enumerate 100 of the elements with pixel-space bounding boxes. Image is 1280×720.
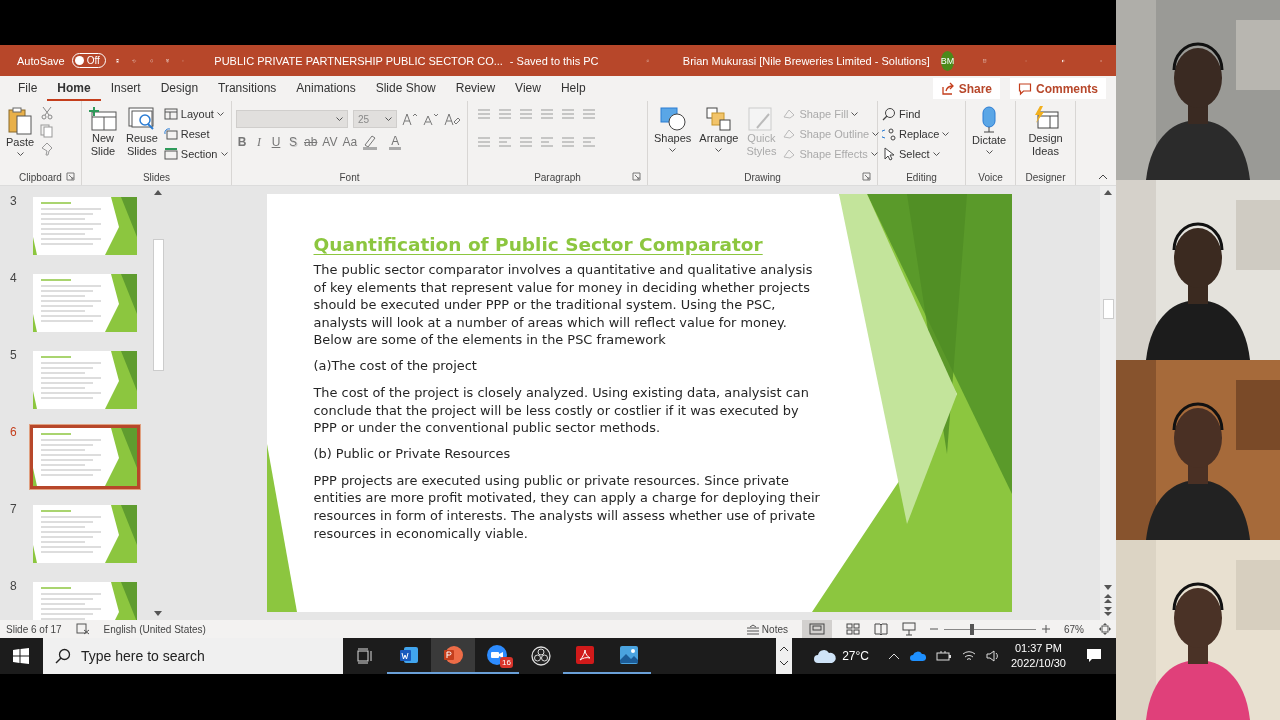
temperature[interactable]: 27°C xyxy=(842,649,869,663)
font-format-button[interactable]: ab xyxy=(304,135,318,149)
layout-button[interactable]: Layout xyxy=(163,106,228,122)
slide-thumbnail[interactable] xyxy=(30,425,140,489)
share-icon xyxy=(940,81,955,96)
group-label: Voice xyxy=(978,171,1003,183)
notes-button[interactable]: Notes xyxy=(745,623,788,635)
design-ideas-button[interactable]: Design Ideas xyxy=(1020,104,1071,160)
slide-thumbnail[interactable] xyxy=(30,348,140,412)
next-slide-icon[interactable] xyxy=(1104,607,1112,616)
font-format-button[interactable]: U xyxy=(270,135,282,149)
font-format-button[interactable]: S xyxy=(287,135,299,149)
battery-icon[interactable] xyxy=(935,650,952,662)
group-label: Paragraph xyxy=(534,171,581,183)
scroll-thumb[interactable] xyxy=(152,239,164,371)
caret-icon xyxy=(220,152,228,156)
comments-button[interactable]: Comments xyxy=(1010,78,1106,99)
notifications-icon[interactable] xyxy=(1086,648,1102,664)
previous-slide-icon[interactable] xyxy=(1104,594,1112,603)
section-button[interactable]: Section xyxy=(163,146,228,162)
powerpoint-app-icon[interactable] xyxy=(431,638,475,674)
chevron-up-icon[interactable] xyxy=(887,652,900,660)
grow-font-icon[interactable] xyxy=(402,112,418,126)
paste-button[interactable]: Paste xyxy=(4,104,37,158)
zoom-in-icon[interactable] xyxy=(1042,625,1050,633)
scroll-down-icon[interactable] xyxy=(1104,585,1112,590)
taskbar-search-field[interactable]: Type here to search xyxy=(43,638,343,674)
fit-to-window-icon[interactable] xyxy=(1098,622,1112,636)
clipboard-icon xyxy=(7,106,34,136)
clock-time[interactable]: 01:37 PM xyxy=(1014,641,1062,656)
reset-button[interactable]: Reset xyxy=(163,126,228,142)
scroll-down-icon[interactable] xyxy=(154,611,162,616)
scroll-up-icon[interactable] xyxy=(154,190,162,195)
caret-icon xyxy=(870,152,878,156)
ribbon-tab[interactable]: Design xyxy=(150,76,209,101)
language-label[interactable]: English (United States) xyxy=(103,623,206,635)
format-painter-icon[interactable] xyxy=(40,142,55,156)
clock-date[interactable]: 2022/10/30 xyxy=(1010,656,1066,671)
ribbon-tab[interactable]: Slide Show xyxy=(365,76,446,101)
slide-thumbnail[interactable] xyxy=(30,502,140,566)
wifi-icon[interactable] xyxy=(961,650,976,662)
scroll-up-icon[interactable] xyxy=(1104,190,1112,195)
ribbon-tab[interactable]: Insert xyxy=(100,76,151,101)
clear-formatting-icon[interactable] xyxy=(444,112,460,126)
font-color-button[interactable]: A xyxy=(389,134,402,150)
shrink-font-icon[interactable] xyxy=(423,112,439,126)
zoom-percent[interactable]: 67% xyxy=(1064,623,1084,635)
reuse-slides-button[interactable]: Reuse Slides xyxy=(124,104,160,160)
normal-view-icon[interactable] xyxy=(802,620,832,638)
font-format-button[interactable]: AV xyxy=(322,135,338,149)
group-label: Font xyxy=(339,171,360,183)
ribbon-tab[interactable]: File xyxy=(8,76,48,101)
slide-sorter-icon[interactable] xyxy=(846,623,860,635)
dictate-button[interactable]: Dictate xyxy=(970,104,1009,156)
dialog-launcher-icon[interactable] xyxy=(862,172,871,181)
reading-view-icon[interactable] xyxy=(874,623,888,635)
slide-number: 5 xyxy=(10,348,18,362)
slide-thumbnail[interactable] xyxy=(30,194,140,258)
ribbon-tab[interactable]: Review xyxy=(445,76,506,101)
scroll-buttons-icon[interactable] xyxy=(776,638,793,674)
select-button[interactable]: Select xyxy=(882,146,950,162)
slide-thumbnail[interactable] xyxy=(30,271,140,335)
ribbon-tab[interactable]: Help xyxy=(550,76,596,101)
collapse-ribbon-icon[interactable] xyxy=(1098,173,1108,181)
font-format-button[interactable]: I xyxy=(253,134,265,150)
font-format-button[interactable]: Aa xyxy=(342,135,358,149)
ribbon-tab[interactable]: Transitions xyxy=(208,76,287,101)
cut-icon[interactable] xyxy=(40,106,55,120)
cursor-icon xyxy=(882,147,896,161)
ribbon-tab[interactable]: Animations xyxy=(286,76,366,101)
save-status: - Saved to this PC xyxy=(509,54,599,67)
ribbon-tab[interactable]: View xyxy=(505,76,551,101)
dialog-launcher-icon[interactable] xyxy=(66,172,75,181)
share-button[interactable]: Share xyxy=(932,78,1000,99)
new-slide-icon xyxy=(88,106,118,132)
slideshow-icon[interactable] xyxy=(902,622,916,636)
font-format-button[interactable]: B xyxy=(236,135,248,149)
windows-start-icon[interactable] xyxy=(13,648,29,664)
slide-paragraph: PPP projects are executed using public or private resources. Since private entities are more profit motivated, they can apply a charge for deploying their resources in form of interests. The analysts will assess whether use of private resources in economically viable. xyxy=(313,471,821,543)
volume-icon[interactable] xyxy=(985,650,1000,662)
new-slide-button[interactable]: New Slide xyxy=(86,104,120,160)
dialog-launcher-icon[interactable] xyxy=(632,172,641,181)
font-name-field[interactable] xyxy=(236,110,348,128)
shapes-button[interactable]: Shapes xyxy=(652,104,694,154)
replace-button[interactable]: Replace xyxy=(882,126,950,142)
accessibility-icon[interactable] xyxy=(75,623,90,635)
scroll-thumb[interactable] xyxy=(1102,299,1114,319)
cloud-weather-icon[interactable] xyxy=(813,648,838,664)
find-button[interactable]: Find xyxy=(882,106,950,122)
replace-icon xyxy=(882,127,896,141)
magnifier-slides-icon xyxy=(126,106,157,132)
comment-icon xyxy=(1018,81,1032,96)
group-label: Slides xyxy=(142,171,171,183)
slide-number: 8 xyxy=(10,579,18,593)
cloud-icon[interactable] xyxy=(909,651,926,661)
slide-number: 7 xyxy=(10,502,18,516)
autosave-label: AutoSave xyxy=(17,54,65,67)
shapes-icon xyxy=(658,106,687,132)
user-avatar[interactable]: BM xyxy=(940,50,955,71)
arrange-button[interactable]: Arrange xyxy=(697,104,741,154)
